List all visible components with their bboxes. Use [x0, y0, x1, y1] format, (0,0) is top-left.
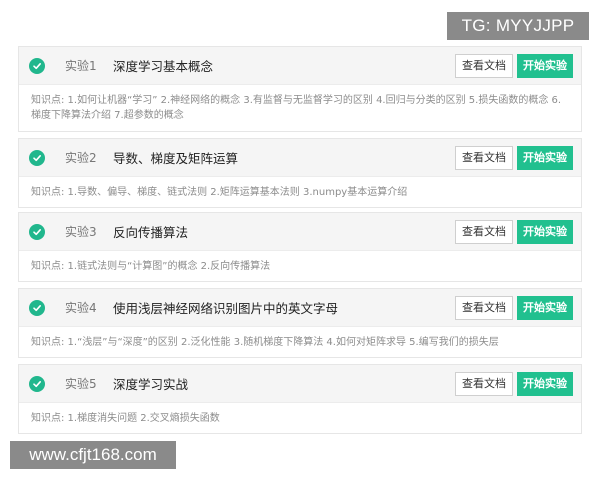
- check-circle-icon: [29, 299, 45, 316]
- experiment-card-1: 实验1 深度学习基本概念 查看文档 开始实验 知识点: 1.如何让机器“学习” …: [18, 46, 582, 132]
- experiment-number: 实验4: [65, 301, 97, 315]
- experiment-title: 深度学习基本概念: [113, 59, 214, 74]
- watermark-top: TG: MYYJJPP: [447, 12, 589, 40]
- start-experiment-button[interactable]: 开始实验: [517, 146, 573, 170]
- watermark-bottom: www.cfjt168.com: [10, 441, 176, 469]
- experiment-header: 实验2 导数、梯度及矩阵运算 查看文档 开始实验: [19, 139, 581, 177]
- start-experiment-button[interactable]: 开始实验: [517, 372, 573, 396]
- experiment-number: 实验2: [65, 151, 97, 165]
- check-circle-icon: [29, 375, 45, 392]
- experiment-header: 实验1 深度学习基本概念 查看文档 开始实验: [19, 47, 581, 85]
- check-circle-icon: [29, 149, 45, 166]
- view-docs-button[interactable]: 查看文档: [455, 220, 513, 244]
- experiment-title: 深度学习实战: [113, 377, 189, 392]
- start-experiment-button[interactable]: 开始实验: [517, 54, 573, 78]
- start-experiment-button[interactable]: 开始实验: [517, 296, 573, 320]
- experiment-header: 实验3 反向传播算法 查看文档 开始实验: [19, 213, 581, 251]
- experiment-number: 实验1: [65, 59, 97, 73]
- experiment-card-3: 实验3 反向传播算法 查看文档 开始实验 知识点: 1.链式法则与“计算图”的概…: [18, 212, 582, 282]
- experiment-card-4: 实验4 使用浅层神经网络识别图片中的英文字母 查看文档 开始实验 知识点: 1.…: [18, 288, 582, 358]
- knowledge-points: 知识点: 1.如何让机器“学习” 2.神经网络的概念 3.有监督与无监督学习的区…: [31, 95, 562, 121]
- view-docs-button[interactable]: 查看文档: [455, 372, 513, 396]
- experiment-title: 反向传播算法: [113, 225, 189, 240]
- experiment-header: 实验4 使用浅层神经网络识别图片中的英文字母 查看文档 开始实验: [19, 289, 581, 327]
- experiment-header: 实验5 深度学习实战 查看文档 开始实验: [19, 365, 581, 403]
- experiment-title: 导数、梯度及矩阵运算: [113, 151, 239, 166]
- experiment-number: 实验5: [65, 377, 97, 391]
- experiment-title: 使用浅层神经网络识别图片中的英文字母: [113, 301, 339, 316]
- knowledge-points: 知识点: 1.导数、偏导、梯度、链式法则 2.矩阵运算基本法则 3.numpy基…: [31, 187, 408, 198]
- knowledge-points: 知识点: 1.链式法则与“计算图”的概念 2.反向传播算法: [31, 261, 271, 272]
- experiment-number: 实验3: [65, 225, 97, 239]
- check-circle-icon: [29, 223, 45, 240]
- view-docs-button[interactable]: 查看文档: [455, 296, 513, 320]
- experiment-card-5: 实验5 深度学习实战 查看文档 开始实验 知识点: 1.梯度消失问题 2.交叉熵…: [18, 364, 582, 434]
- check-circle-icon: [29, 57, 45, 74]
- view-docs-button[interactable]: 查看文档: [455, 54, 513, 78]
- knowledge-points: 知识点: 1.梯度消失问题 2.交叉熵损失函数: [31, 413, 220, 424]
- start-experiment-button[interactable]: 开始实验: [517, 220, 573, 244]
- view-docs-button[interactable]: 查看文档: [455, 146, 513, 170]
- experiment-card-2: 实验2 导数、梯度及矩阵运算 查看文档 开始实验 知识点: 1.导数、偏导、梯度…: [18, 138, 582, 208]
- knowledge-points: 知识点: 1.“浅层”与“深度”的区别 2.泛化性能 3.随机梯度下降算法 4.…: [31, 337, 499, 348]
